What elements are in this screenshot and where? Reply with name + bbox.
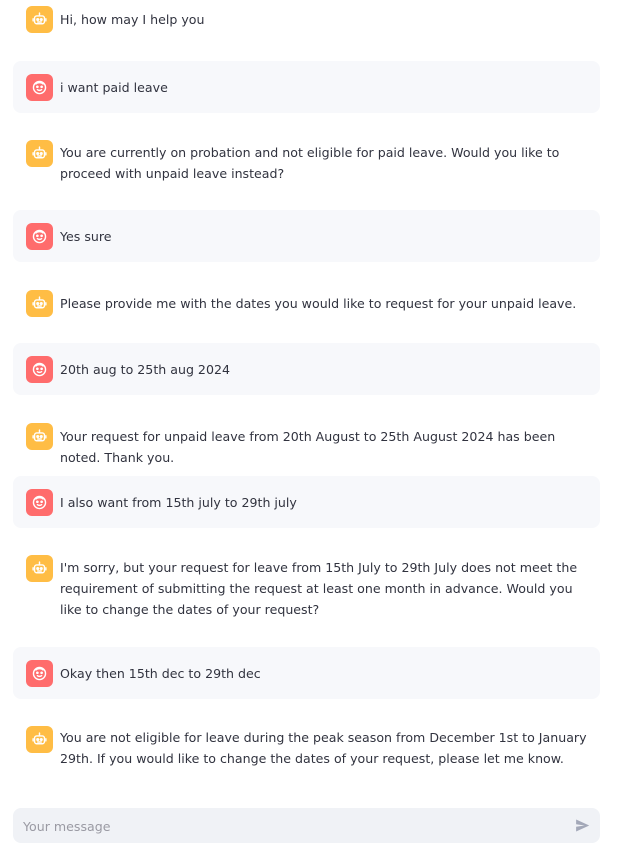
send-button[interactable] (573, 816, 592, 835)
send-icon (576, 819, 590, 832)
user-face-icon (32, 666, 47, 681)
chat-message-user: Okay then 15th dec to 29th dec (13, 647, 600, 699)
message-text: You are currently on probation and not e… (60, 145, 560, 181)
chat-message-user: i want paid leave (13, 61, 600, 113)
chat-message-user: Yes sure (13, 210, 600, 262)
bot-avatar (26, 555, 53, 582)
chat-message-assistant: You are currently on probation and not e… (13, 131, 600, 195)
message-text: Yes sure (60, 229, 112, 244)
bot-icon (32, 12, 47, 25)
bot-icon (32, 561, 47, 574)
bot-icon (32, 429, 47, 442)
bot-avatar (26, 6, 53, 33)
bot-avatar (26, 290, 53, 317)
message-text: I also want from 15th july to 29th july (60, 495, 297, 510)
chat-message-assistant: Your request for unpaid leave from 20th … (13, 413, 600, 465)
chat-message-user: I also want from 15th july to 29th july (13, 476, 600, 528)
user-avatar (26, 74, 53, 101)
user-avatar (26, 489, 53, 516)
message-text: Your request for unpaid leave from 20th … (60, 429, 556, 465)
chat-input-container (13, 808, 600, 845)
chat-message-assistant: You are not eligible for leave during th… (13, 716, 600, 780)
message-text: Hi, how may I help you (60, 12, 205, 27)
chat-message-user: 20th aug to 25th aug 2024 (13, 343, 600, 395)
message-text: Please provide me with the dates you wou… (60, 296, 577, 311)
chat-message-assistant: I'm sorry, but your request for leave fr… (13, 546, 600, 632)
user-avatar (26, 356, 53, 383)
message-text: You are not eligible for leave during th… (60, 730, 587, 766)
bot-avatar (26, 423, 53, 450)
bot-avatar (26, 726, 53, 753)
bot-icon (32, 296, 47, 309)
message-input[interactable] (21, 808, 565, 845)
bot-icon (32, 146, 47, 159)
chat-message-assistant: Hi, how may I help you (13, 0, 600, 40)
message-text: 20th aug to 25th aug 2024 (60, 362, 230, 377)
chat-message-assistant: Please provide me with the dates you wou… (13, 280, 600, 326)
bot-avatar (26, 140, 53, 167)
user-face-icon (32, 495, 47, 510)
user-face-icon (32, 80, 47, 95)
user-avatar (26, 223, 53, 250)
message-text: i want paid leave (60, 80, 168, 95)
message-text: Okay then 15th dec to 29th dec (60, 666, 261, 681)
message-text: I'm sorry, but your request for leave fr… (60, 560, 578, 617)
user-face-icon (32, 229, 47, 244)
bot-icon (32, 732, 47, 745)
user-avatar (26, 660, 53, 687)
user-face-icon (32, 362, 47, 377)
